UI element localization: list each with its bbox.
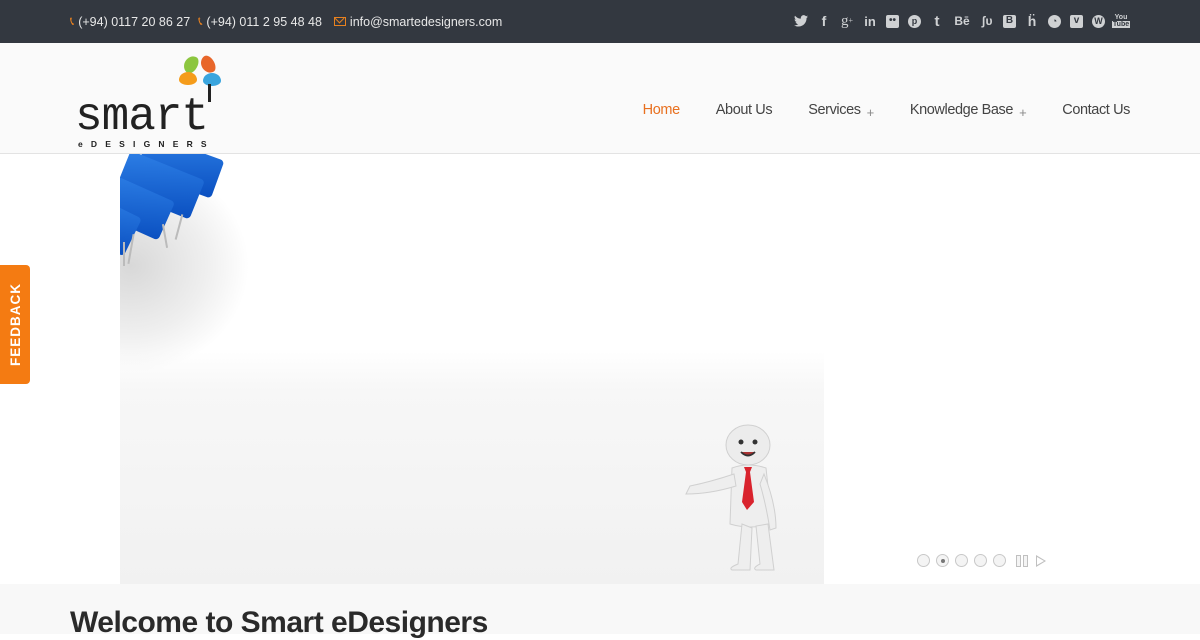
expand-plus-icon[interactable]: +	[1019, 105, 1027, 120]
email-link[interactable]: info@smartedesigners.com	[333, 15, 502, 29]
feedback-label[interactable]: FEEDBACK	[8, 283, 23, 366]
phone-2: 📞︎ (+94) 011 2 95 48 48	[198, 14, 322, 29]
contact-info: 📞︎ (+94) 0117 20 86 27 📞︎ (+94) 011 2 95…	[70, 14, 510, 29]
welcome-heading: Welcome to Smart eDesigners	[70, 606, 488, 639]
phone-icon: 📞︎	[70, 14, 75, 28]
twitter-icon[interactable]	[794, 12, 808, 30]
google-plus-icon[interactable]: g +	[840, 12, 854, 30]
nav-contact-us[interactable]: Contact Us	[1062, 102, 1130, 118]
nav-home[interactable]: Home	[643, 102, 680, 118]
tumblr-icon[interactable]: t	[930, 12, 944, 30]
top-bar: 📞︎ (+94) 0117 20 86 27 📞︎ (+94) 011 2 95…	[0, 0, 1200, 43]
social-links: f g + in •• p t Bē ʃυ B ḧ ◔ v W You Tube	[785, 12, 1131, 30]
slider-controls	[917, 554, 1046, 567]
picasa-icon[interactable]: ◔	[1048, 14, 1061, 28]
logo-subtitle: eDESIGNERS	[78, 139, 215, 149]
feedback-tab[interactable]: FEEDBACK	[0, 265, 30, 384]
nav-about-us[interactable]: About Us	[716, 102, 773, 118]
vimeo-icon[interactable]: v	[1070, 14, 1083, 28]
slide-dot-5[interactable]	[993, 554, 1006, 567]
site-header: smart eDESIGNERS Home About Us Services +…	[0, 43, 1200, 154]
slide-dot-1[interactable]	[917, 554, 930, 567]
logo-pen-stem	[208, 84, 211, 102]
nav-knowledge-base[interactable]: Knowledge Base +	[910, 99, 1027, 121]
nav-services[interactable]: Services +	[808, 99, 875, 121]
nav-contact-us-label[interactable]: Contact Us	[1062, 102, 1130, 118]
flickr-icon[interactable]: ••	[886, 14, 899, 28]
phone-1: 📞︎ (+94) 0117 20 86 27	[70, 14, 190, 29]
logo-word: smart	[75, 91, 209, 143]
youtube-icon[interactable]: You Tube	[1111, 12, 1131, 30]
stumbleupon-icon[interactable]: ʃυ	[980, 12, 994, 30]
nav-knowledge-base-label[interactable]: Knowledge Base	[910, 102, 1014, 118]
nav-about-us-label[interactable]: About Us	[716, 102, 773, 118]
pinterest-icon[interactable]: p	[908, 14, 921, 28]
logo-petal-red	[197, 53, 219, 76]
slide-dot-4[interactable]	[974, 554, 987, 567]
envelope-icon	[333, 17, 346, 26]
slide-dot-3[interactable]	[955, 554, 968, 567]
main-nav: Home About Us Services + Knowledge Base + …	[607, 99, 1131, 121]
phone-1-text: (+94) 0117 20 86 27	[78, 14, 191, 29]
email-text[interactable]: info@smartedesigners.com	[350, 15, 502, 29]
facebook-icon[interactable]: f	[817, 12, 831, 30]
phone-icon: 📞︎	[198, 14, 203, 28]
logo-petal-orange	[179, 72, 197, 85]
nav-services-label[interactable]: Services	[808, 102, 861, 118]
wordpress-icon[interactable]: W	[1092, 14, 1105, 28]
pause-icon[interactable]	[1016, 554, 1028, 567]
nav-home-label[interactable]: Home	[643, 102, 680, 118]
presenter-figure-image	[680, 424, 790, 574]
play-icon[interactable]	[1036, 554, 1046, 567]
hi5-icon[interactable]: ḧ	[1025, 12, 1039, 30]
behance-icon[interactable]: Bē	[953, 12, 971, 30]
hero-slider	[120, 154, 824, 584]
slide-dot-2[interactable]	[936, 554, 949, 567]
linkedin-icon[interactable]: in	[863, 12, 877, 30]
expand-plus-icon[interactable]: +	[867, 105, 875, 120]
logo-petal-blue	[203, 73, 221, 86]
blogger-icon[interactable]: B	[1003, 14, 1016, 28]
phone-2-text: (+94) 011 2 95 48 48	[206, 14, 322, 29]
logo[interactable]: smart eDESIGNERS	[75, 53, 245, 151]
